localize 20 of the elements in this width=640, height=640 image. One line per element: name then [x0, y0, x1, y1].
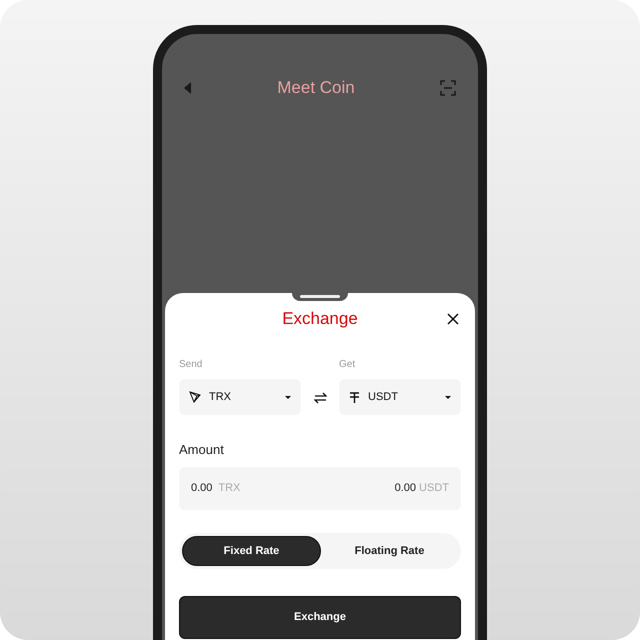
amount-label: Amount: [179, 442, 224, 457]
amount-field[interactable]: 0.00 TRX 0.00 USDT: [179, 467, 461, 510]
sheet-title: Exchange: [282, 308, 358, 330]
get-amount: 0.00 USDT: [394, 481, 449, 496]
close-icon[interactable]: [447, 313, 459, 325]
currency-select[interactable]: USDT: [339, 379, 461, 415]
caret-icon: [445, 396, 451, 398]
exchange-button[interactable]: Exchange: [179, 596, 461, 639]
currency-select[interactable]: TRX: [179, 379, 301, 415]
send-amount: 0.00 TRX: [191, 481, 240, 496]
swap-icon[interactable]: [314, 392, 326, 404]
field-label: Get: [339, 359, 356, 370]
drag-handle[interactable]: [292, 293, 348, 301]
rate-option[interactable]: Floating Rate: [321, 536, 458, 566]
tether-icon: [349, 392, 360, 402]
rate-option[interactable]: Fixed Rate: [182, 536, 321, 566]
field-label: Send: [179, 359, 202, 370]
tron-icon: [189, 391, 201, 403]
caret-icon: [285, 396, 291, 398]
app-title: Meet Coin: [277, 77, 355, 100]
